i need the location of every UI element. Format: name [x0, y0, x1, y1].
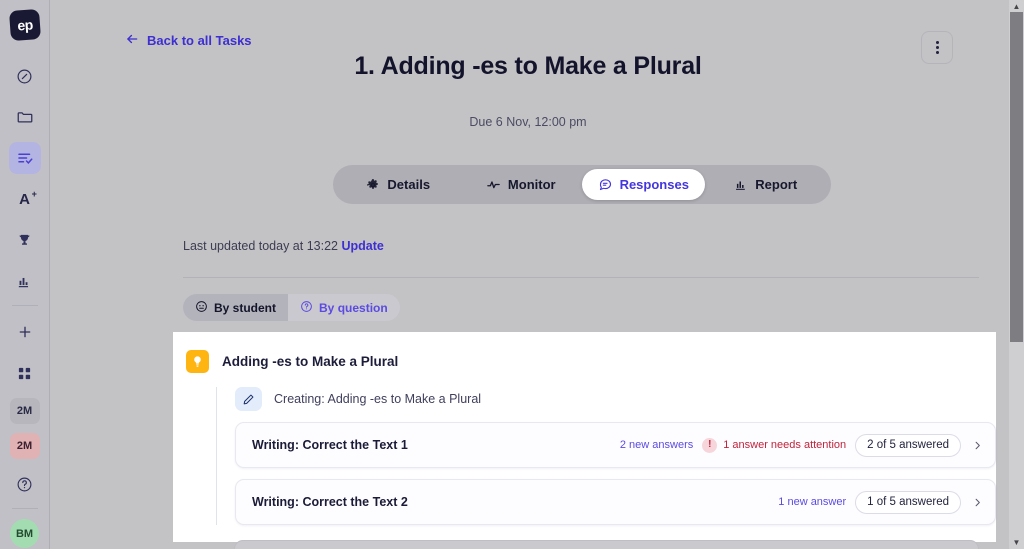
tab-monitor[interactable]: Monitor: [460, 169, 583, 200]
scrollbar-thumb[interactable]: [1010, 12, 1023, 342]
page-title: 1. Adding -es to Make a Plural: [354, 52, 702, 80]
pulse-icon: [486, 177, 501, 192]
question-circle-icon: [300, 300, 313, 316]
sidebar-divider-bottom: [11, 508, 38, 509]
view-mode-toggle: By student By question: [183, 294, 400, 321]
app-window: ep A + 2M 2M BM Back to all Tasks 1. Add…: [0, 0, 1024, 549]
question-circle-icon: [16, 476, 33, 493]
attention-label: 1 answer needs attention: [723, 439, 847, 451]
response-card: Adding -es to Make a Plural Creating: Ad…: [173, 332, 996, 542]
plus-icon: [17, 324, 33, 340]
tab-monitor-label: Monitor: [507, 177, 556, 192]
grid-apps-icon: [17, 366, 32, 381]
question-row-partial[interactable]: [234, 540, 979, 549]
last-updated-label: Last updated today at 13:22: [183, 239, 338, 253]
sidebar-badge-grey[interactable]: 2M: [9, 398, 40, 424]
back-to-tasks-link[interactable]: Back to all Tasks: [125, 32, 252, 49]
sidebar-item-explore[interactable]: [9, 60, 41, 92]
activity-header: Creating: Adding -es to Make a Plural: [235, 387, 996, 411]
trophy-icon: [16, 232, 33, 249]
sidebar: ep A + 2M 2M BM: [0, 0, 50, 549]
back-to-tasks-label: Back to all Tasks: [147, 33, 252, 48]
last-updated-text: Last updated today at 13:22 Update: [183, 239, 384, 253]
kebab-dot: [935, 46, 939, 49]
sidebar-apps-button[interactable]: [9, 357, 41, 389]
face-icon: [195, 300, 208, 316]
chevron-right-icon[interactable]: [970, 440, 983, 451]
lightbulb-icon: [186, 350, 209, 373]
sidebar-item-awards[interactable]: [9, 224, 41, 256]
answered-pill: 2 of 5 answered: [855, 433, 961, 457]
sidebar-item-insights[interactable]: [9, 265, 41, 297]
tab-report[interactable]: Report: [705, 169, 828, 200]
arrow-left-icon: [125, 32, 139, 49]
question-meta: 2 new answers ! 1 answer needs attention…: [619, 433, 983, 457]
card-body: Creating: Adding -es to Make a Plural Wr…: [216, 387, 996, 525]
due-date: Due 6 Nov, 12:00 pm: [469, 115, 587, 129]
section-divider: [183, 277, 979, 278]
folder-icon: [16, 108, 34, 126]
toggle-by-question[interactable]: By question: [288, 294, 400, 321]
gear-icon: [366, 178, 380, 192]
tab-responses-label: Responses: [619, 177, 689, 192]
tab-responses[interactable]: Responses: [582, 169, 705, 200]
sidebar-badge-pink[interactable]: 2M: [9, 433, 40, 459]
bar-chart-icon: [16, 273, 33, 290]
update-link[interactable]: Update: [341, 239, 383, 253]
sidebar-item-library[interactable]: [9, 101, 41, 133]
new-answers-label: 1 new answer: [778, 496, 847, 508]
toggle-by-student[interactable]: By student: [183, 294, 289, 321]
card-header: Adding -es to Make a Plural: [173, 350, 996, 373]
question-title: Writing: Correct the Text 2: [252, 495, 408, 509]
tab-details[interactable]: Details: [337, 169, 460, 200]
vertical-scrollbar[interactable]: ▲ ▼: [1009, 0, 1024, 549]
sidebar-add-button[interactable]: [9, 316, 41, 348]
avatar[interactable]: BM: [10, 519, 39, 548]
tab-bar: Details Monitor Responses Report: [333, 165, 831, 204]
answered-pill: 1 of 5 answered: [855, 490, 961, 514]
activity-label: Creating: Adding -es to Make a Plural: [274, 392, 482, 406]
task-list-icon: [16, 149, 34, 167]
app-logo[interactable]: ep: [8, 8, 41, 42]
compass-icon: [16, 68, 33, 85]
speech-bubble-icon: [598, 177, 613, 192]
question-row[interactable]: Writing: Correct the Text 1 2 new answer…: [235, 422, 996, 468]
toggle-by-question-label: By question: [319, 300, 388, 315]
attention-indicator: ! 1 answer needs attention: [702, 437, 847, 453]
sidebar-divider-top: [11, 305, 38, 306]
question-meta: 1 new answer 1 of 5 answered: [778, 490, 983, 514]
card-title: Adding -es to Make a Plural: [222, 354, 399, 369]
chevron-right-icon[interactable]: [970, 497, 983, 508]
sidebar-item-tasks[interactable]: [8, 142, 41, 174]
toggle-by-student-label: By student: [214, 300, 277, 315]
sidebar-help-button[interactable]: [9, 468, 41, 500]
tab-details-label: Details: [387, 177, 431, 192]
chart-bars-icon: [734, 178, 748, 192]
scroll-down-icon[interactable]: ▼: [1009, 536, 1024, 549]
new-answers-label: 2 new answers: [619, 439, 694, 451]
question-title: Writing: Correct the Text 1: [252, 438, 408, 452]
pencil-icon: [235, 387, 262, 411]
alert-exclamation-icon: !: [702, 437, 718, 453]
a-plus-icon: A +: [19, 188, 37, 208]
sidebar-item-grades[interactable]: A +: [9, 183, 41, 215]
kebab-dot: [935, 41, 939, 44]
tab-report-label: Report: [755, 177, 798, 192]
question-row[interactable]: Writing: Correct the Text 2 1 new answer…: [235, 479, 996, 525]
main-content: Back to all Tasks 1. Adding -es to Make …: [50, 0, 1006, 549]
